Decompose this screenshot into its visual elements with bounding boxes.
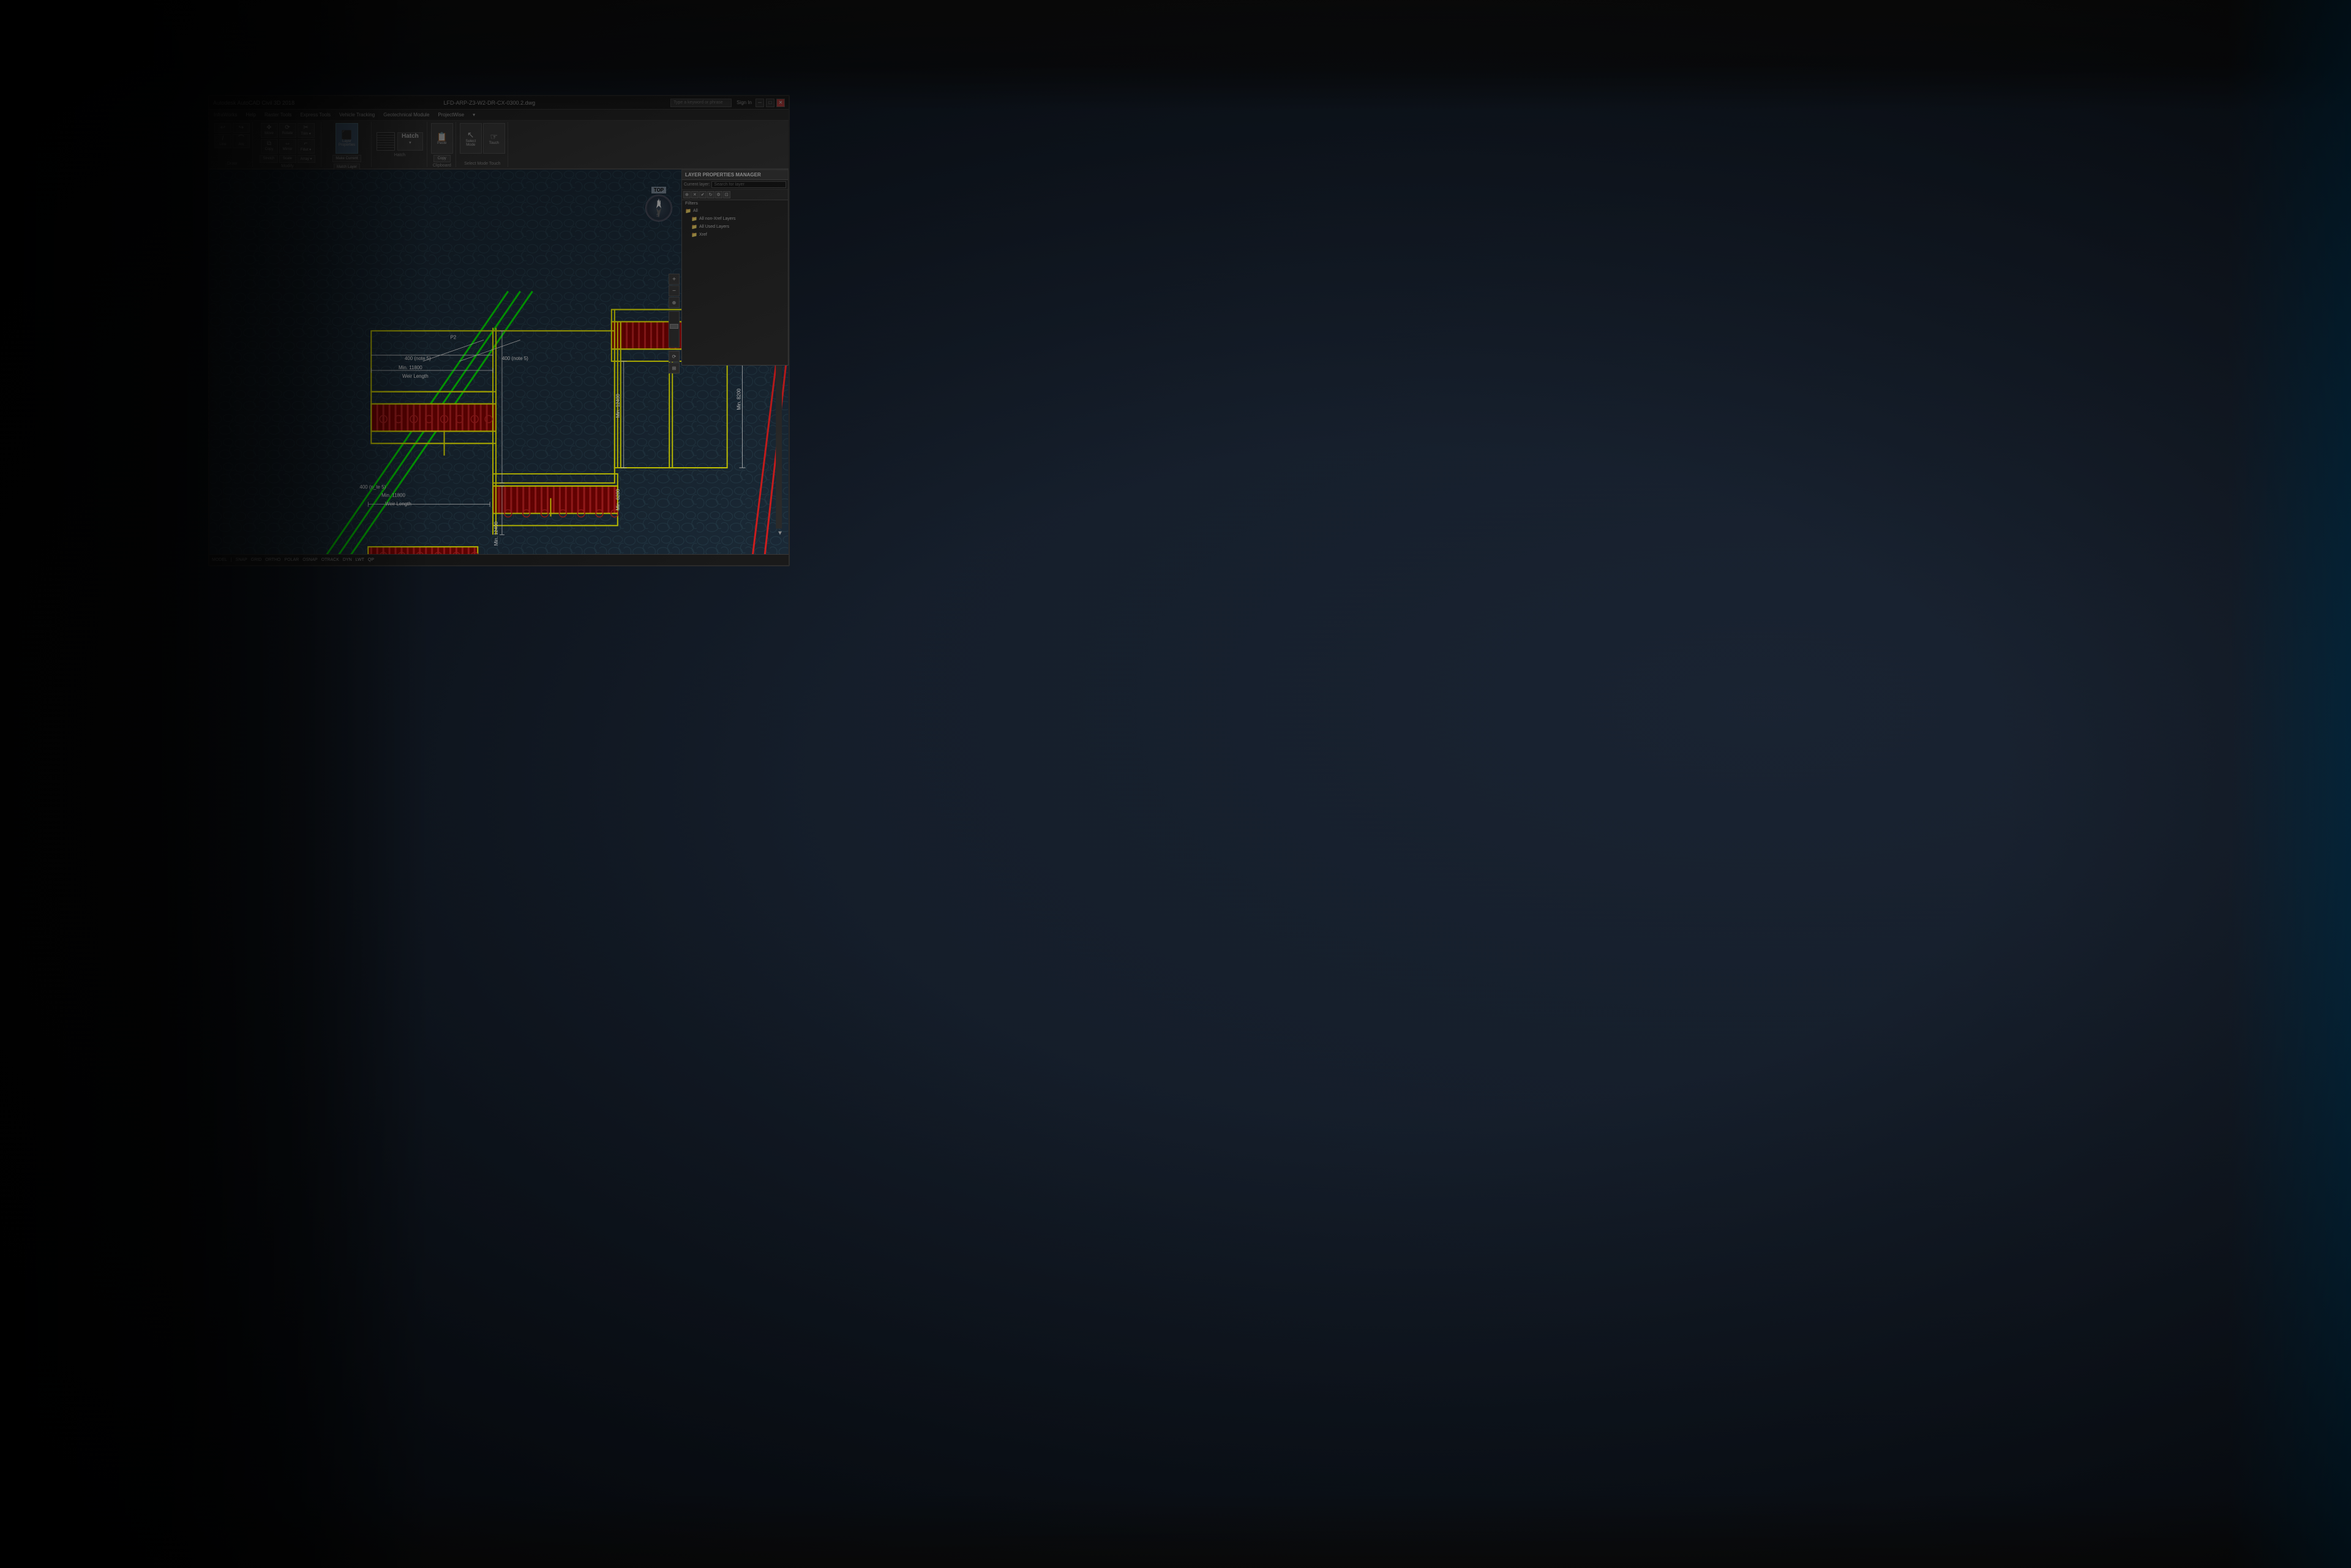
navigate-buttons: + − ⊕ ⟳ ⊞ [669, 274, 680, 373]
ribbon-group-select-touch: ↖ SelectMode ☞ Touch Select Mode Touch [457, 122, 508, 167]
layer-tree-all[interactable]: 📁 All [682, 207, 788, 215]
layer-tree-non-xref[interactable]: 📁 All non-Xref Layers [688, 215, 788, 223]
zoom-out-button[interactable]: − [669, 285, 680, 296]
select-mode-icon: ↖ [467, 130, 474, 139]
layer-panel-toolbar: ⊕ ✕ ✔ ↻ ⚙ ⊡ [682, 190, 788, 200]
copy-clipboard-button[interactable]: Copy [433, 155, 451, 162]
delete-layer-button[interactable]: ✕ [691, 191, 699, 198]
layer-panel: LAYER PROPERTIES MANAGER Current layer: … [681, 170, 789, 366]
svg-text:400 (note 5): 400 (note 5) [502, 356, 528, 361]
settings-button[interactable]: ⚙ [715, 191, 722, 198]
layer-panel-title: LAYER PROPERTIES MANAGER [682, 170, 788, 180]
svg-text:S: S [656, 214, 659, 218]
compass-svg: N S [646, 195, 672, 221]
pan-down-icon: ▼ [777, 530, 783, 536]
svg-text:P2: P2 [450, 334, 456, 340]
select-mode-button[interactable]: ↖ SelectMode [460, 123, 482, 154]
menu-projectwise[interactable]: ProjectWise [436, 111, 466, 118]
pan-button[interactable]: ⊕ [669, 297, 680, 308]
touch-button[interactable]: ☞ Touch [483, 123, 505, 154]
clipboard-group-label: Clipboard [433, 162, 451, 168]
zoom-slider-track [669, 311, 680, 348]
svg-text:Min. 12400: Min. 12400 [615, 394, 621, 418]
filters-label: Filters [682, 200, 788, 207]
refresh-button[interactable]: ↻ [707, 191, 714, 198]
svg-text:Min. 12400: Min. 12400 [493, 521, 499, 546]
xref-label: Xref [699, 233, 707, 237]
ribbon-group-clipboard: 📋 Paste Copy Clipboard [429, 122, 456, 167]
current-layer-label: Current layer: [684, 182, 710, 187]
folder-used-icon: 📁 [691, 224, 697, 230]
menu-more[interactable]: ▾ [471, 111, 477, 118]
svg-text:Min. 6200: Min. 6200 [615, 489, 621, 510]
svg-text:Min. 8200: Min. 8200 [737, 388, 742, 410]
layer-search-row: Current layer: [682, 180, 788, 190]
folder-non-xref-icon: 📁 [691, 216, 697, 222]
paste-button[interactable]: 📋 Paste [431, 123, 453, 154]
svg-text:N: N [657, 200, 661, 206]
layer-tree-used[interactable]: 📁 All Used Layers [688, 223, 788, 231]
compass: N S [645, 195, 672, 222]
used-layers-label: All Used Layers [699, 225, 729, 229]
photo-vignette-right [2229, 0, 2351, 1568]
paste-icon: 📋 [437, 132, 447, 141]
top-label: TOP [651, 187, 666, 193]
extents-button[interactable]: ⊞ [669, 362, 680, 373]
new-layer-button[interactable]: ⊕ [683, 191, 691, 198]
collapse-button[interactable]: ⊡ [723, 191, 730, 198]
folder-xref-icon: 📁 [691, 232, 697, 238]
layer-tree-xref[interactable]: 📁 Xref [688, 231, 788, 239]
zoom-slider-thumb[interactable] [670, 324, 678, 329]
silhouette-overlay [0, 0, 429, 1568]
folder-icon: 📁 [685, 208, 691, 214]
compass-area: TOP N S [645, 187, 672, 222]
non-xref-label: All non-Xref Layers [699, 217, 736, 221]
set-current-button[interactable]: ✔ [699, 191, 707, 198]
zoom-in-button[interactable]: + [669, 274, 680, 285]
all-layers-label: All [693, 209, 698, 213]
layer-search-input[interactable] [711, 181, 786, 188]
touch-icon: ☞ [490, 132, 498, 141]
orbit-button[interactable]: ⟳ [669, 351, 680, 362]
select-touch-group-label: Select Mode Touch [464, 160, 500, 166]
